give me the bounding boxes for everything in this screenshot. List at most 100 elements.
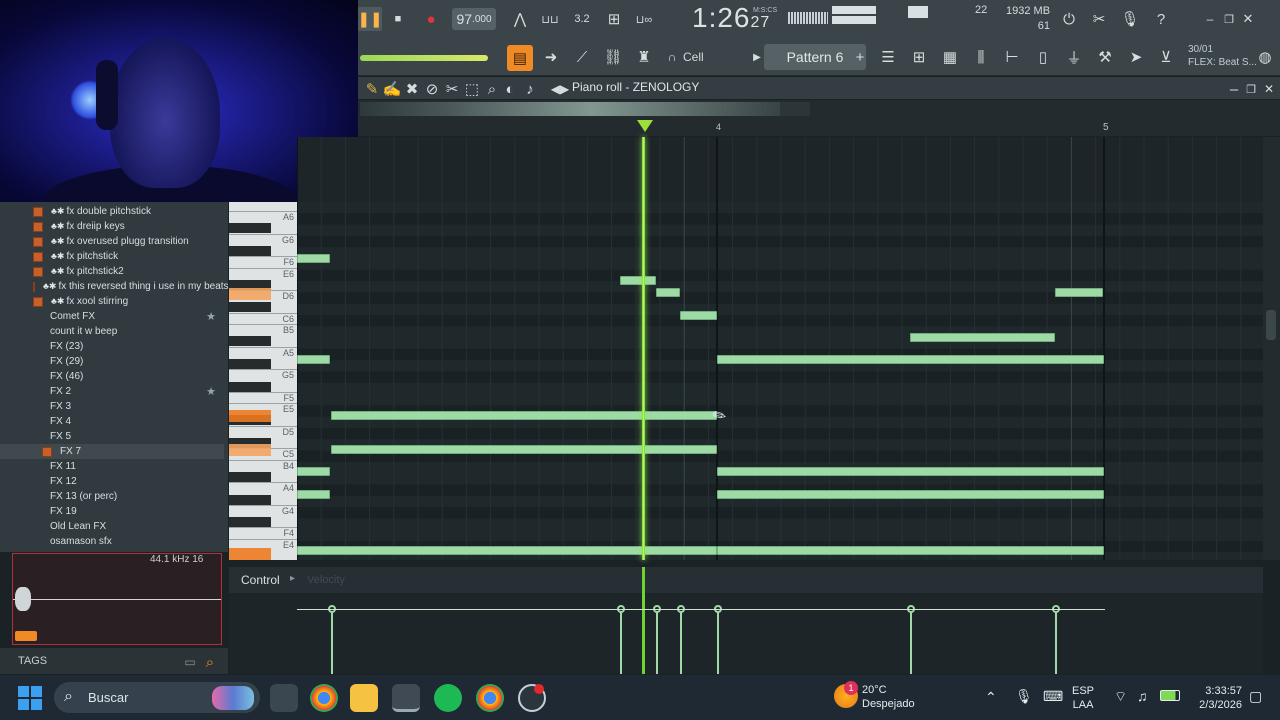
tray-keyboard-icon[interactable]: ⌨ <box>1043 688 1063 705</box>
playhead-marker[interactable] <box>637 120 653 132</box>
velocity-stem[interactable] <box>680 609 682 674</box>
midi-note[interactable] <box>717 355 1104 364</box>
speaker-icon[interactable]: ♪ <box>518 77 542 101</box>
tray-chevron-icon[interactable]: ⌃ <box>985 689 997 706</box>
midi-note[interactable] <box>680 311 717 320</box>
midi-note[interactable] <box>717 467 1104 476</box>
browser-item[interactable]: Comet FX ★ <box>0 309 224 324</box>
chrome-icon[interactable] <box>310 684 338 712</box>
velocity-stem[interactable] <box>717 609 719 674</box>
browser-item[interactable]: FX 11 <box>0 459 224 474</box>
star-icon[interactable]: ★ <box>206 385 216 398</box>
browser-item[interactable]: ♣✱ fx pitchstick <box>0 249 224 264</box>
velocity-stem[interactable] <box>656 609 658 674</box>
cut-icon[interactable]: ✂ <box>1087 7 1111 31</box>
piano-black-key[interactable] <box>229 245 271 256</box>
main-volume-slider[interactable] <box>360 55 488 61</box>
chrome-profile-icon[interactable] <box>476 684 504 712</box>
snap-selector[interactable]: Cell <box>683 50 704 64</box>
piano-black-key[interactable] <box>229 381 271 392</box>
browser-item[interactable]: FX 5 <box>0 429 224 444</box>
power-icon[interactable]: ⏻ <box>1057 7 1081 31</box>
browser-item[interactable]: FX (46) <box>0 369 224 384</box>
arrow-right-icon[interactable]: ➜ <box>539 45 563 69</box>
volume-icon[interactable]: ♫ <box>1137 688 1148 704</box>
metronome-icon[interactable]: ⋀ <box>508 7 532 31</box>
browser-item[interactable]: osamason sfx <box>0 534 224 549</box>
piano-black-key[interactable] <box>229 471 271 482</box>
add-pattern-icon[interactable]: + <box>848 45 872 69</box>
pause-icon[interactable]: ❚❚ <box>357 7 383 31</box>
browser-item[interactable]: FX 19 <box>0 504 224 519</box>
browser-item[interactable]: ♣✱ fx double pitchstick <box>0 204 224 219</box>
piano-black-key[interactable] <box>229 223 271 234</box>
metronome-tool-icon[interactable]: ♜ <box>632 45 656 69</box>
battery-icon[interactable] <box>1160 690 1180 701</box>
star-icon[interactable]: ★ <box>206 310 216 323</box>
help-icon[interactable]: ? <box>1149 7 1173 31</box>
microphone-icon[interactable]: 🎙 <box>1118 7 1142 31</box>
file-explorer-icon[interactable] <box>350 684 378 712</box>
countdown-icon[interactable]: 3.2 <box>570 7 594 31</box>
tempo-display[interactable]: 97.000 <box>452 8 496 30</box>
weather-text[interactable]: 20°C Despejado <box>862 683 915 711</box>
piano-black-key[interactable] <box>229 358 271 369</box>
note-grid[interactable] <box>297 137 1263 560</box>
velocity-stem[interactable] <box>910 609 912 674</box>
file-icon[interactable]: ▯ <box>1031 45 1055 69</box>
piano-black-key[interactable] <box>229 517 271 528</box>
browser-item[interactable]: FX (29) <box>0 354 224 369</box>
record-icon[interactable]: ● <box>419 7 443 31</box>
midi-note[interactable] <box>297 467 330 476</box>
vertical-scroll-thumb[interactable] <box>1266 310 1276 340</box>
language-indicator[interactable]: ESP LAA <box>1072 684 1094 712</box>
midi-note[interactable] <box>910 333 1055 342</box>
midi-note[interactable] <box>331 411 717 420</box>
browser-item[interactable]: count it w beep <box>0 324 224 339</box>
vertical-scrollbar[interactable] <box>1263 137 1280 560</box>
timeline-scroll-handle[interactable] <box>780 102 810 116</box>
midi-note[interactable] <box>331 445 717 454</box>
loop-record-icon[interactable]: ⊔∞ <box>632 7 656 31</box>
browser-item[interactable]: FX 4 <box>0 414 224 429</box>
midi-note[interactable] <box>656 288 680 297</box>
stop-icon[interactable]: ■ <box>386 7 410 31</box>
clock[interactable]: 3:33:57 2/3/2026 <box>1190 684 1242 712</box>
browser-tree-icon[interactable]: ⊢ <box>1000 45 1024 69</box>
task-view-icon[interactable] <box>270 684 298 712</box>
fl-studio-icon[interactable] <box>392 684 420 712</box>
control-arrow-icon[interactable]: ▸ <box>290 573 295 584</box>
send-icon[interactable]: ➤ <box>1124 45 1148 69</box>
browser-item[interactable]: FX 12 <box>0 474 224 489</box>
search-icon[interactable]: ⌕ <box>198 650 222 674</box>
magnet-icon[interactable]: ∩ <box>660 45 684 69</box>
piano-black-key[interactable] <box>229 302 271 313</box>
browser-item[interactable]: ♣✱ fx pitchstick2 <box>0 264 224 279</box>
browser-item[interactable]: ♣✱ fx this reversed thing i use in my bea… <box>0 279 229 294</box>
browser-item[interactable]: FX 13 (or perc) <box>0 489 224 504</box>
wifi-icon[interactable]: ⌔ <box>1114 688 1127 706</box>
browser-item[interactable]: FX 7 <box>0 444 224 459</box>
midi-note[interactable] <box>717 490 1104 499</box>
browser-item[interactable]: FX (23) <box>0 339 224 354</box>
piano-black-key[interactable] <box>229 336 271 347</box>
plugin-icon[interactable]: ⏚ <box>1062 45 1086 69</box>
mixer-icon[interactable]: ⫼ <box>969 45 993 69</box>
browser-item[interactable]: Old Lean FX <box>0 519 224 534</box>
browser-item[interactable]: FX 2 ★ <box>0 384 224 399</box>
playlist-icon[interactable]: ☰ <box>876 45 900 69</box>
browser-item[interactable]: ♣✱ fx dreiip keys <box>0 219 224 234</box>
wait-icon[interactable]: ⊔⊔ <box>538 7 562 31</box>
browser-item[interactable]: ♣✱ fx xool stirring <box>0 294 224 309</box>
tray-mic-icon[interactable]: 🎙 <box>1015 688 1033 705</box>
notification-icon[interactable]: ▢ <box>1249 688 1262 705</box>
piano-keyboard[interactable]: A6 G6 F6 E6 D6 C6 B5 A5 G5 F5 E5 D5 C5 B4 A4 G4 F4 E4 <box>229 202 297 560</box>
browser-item[interactable]: FX 3 <box>0 399 224 414</box>
piano-roll-window-icon[interactable]: ▦ <box>938 45 962 69</box>
midi-note[interactable] <box>297 254 330 263</box>
close-icon[interactable]: ✕ <box>1236 7 1260 31</box>
cart-icon[interactable]: ⊻ <box>1154 45 1178 69</box>
piano-roll-icon[interactable]: ▤ <box>507 45 533 71</box>
midi-note[interactable] <box>717 546 1104 555</box>
midi-note[interactable] <box>297 355 330 364</box>
